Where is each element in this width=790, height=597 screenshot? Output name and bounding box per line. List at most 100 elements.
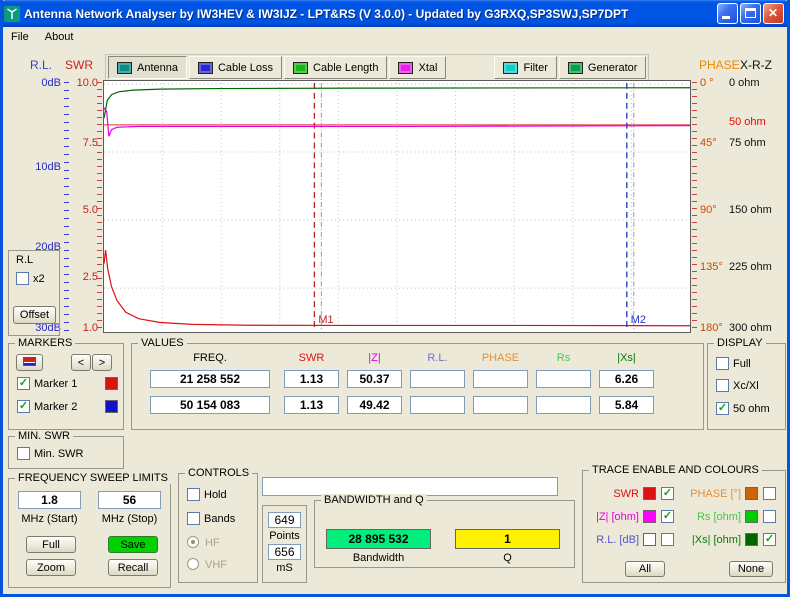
phase-axis-header: PHASE bbox=[699, 58, 740, 72]
vhf-radio[interactable] bbox=[187, 558, 199, 570]
x2-label: x2 bbox=[33, 273, 45, 285]
phase-tick-label: 180° bbox=[700, 322, 723, 334]
col-header-freq: FREQ. bbox=[193, 352, 227, 364]
trace-xs-checkbox[interactable] bbox=[763, 533, 776, 546]
phase-tick-label: 45° bbox=[700, 137, 717, 149]
marker1-checkbox[interactable] bbox=[17, 377, 30, 390]
marker1-z-value: 50.37 bbox=[347, 370, 402, 388]
trace-panel: TRACE ENABLE AND COLOURS SWR PHASE [°] |… bbox=[582, 464, 786, 583]
marker2-rl-value bbox=[410, 396, 465, 414]
xtal-mode-button[interactable]: Xtal bbox=[389, 56, 447, 79]
xrz-axis-header: X-R-Z bbox=[740, 58, 772, 72]
ohm-tick-label: 150 ohm bbox=[729, 204, 772, 216]
menu-file[interactable]: File bbox=[3, 29, 37, 45]
trace-phase-label: PHASE [°] bbox=[690, 488, 741, 500]
stop-frequency-input[interactable] bbox=[98, 491, 161, 509]
start-frequency-label: MHz (Start) bbox=[21, 513, 78, 525]
min-swr-label: Min. SWR bbox=[34, 448, 84, 460]
display-xcxl-checkbox[interactable] bbox=[716, 379, 729, 392]
ohm-50-tick-label: 50 ohm bbox=[729, 116, 766, 128]
marker1-swr-value: 1.13 bbox=[284, 370, 339, 388]
display-full-label: Full bbox=[733, 358, 751, 370]
antenna-mode-label: Antenna bbox=[137, 61, 178, 74]
antenna-icon bbox=[117, 61, 132, 74]
generator-icon bbox=[567, 61, 583, 74]
x2-checkbox[interactable] bbox=[16, 272, 29, 285]
antenna-mode-button[interactable]: Antenna bbox=[108, 56, 187, 79]
min-swr-checkbox[interactable] bbox=[17, 447, 30, 460]
trace-rl-label: R.L. [dB] bbox=[596, 534, 639, 546]
trace-phase-checkbox[interactable] bbox=[763, 487, 776, 500]
rl-db-tick-marks bbox=[64, 82, 69, 331]
trace-swr-color-swatch[interactable] bbox=[643, 487, 656, 500]
trace-all-button[interactable]: All bbox=[625, 561, 665, 577]
filter-mode-label: Filter bbox=[523, 61, 548, 74]
marker2-freq-value: 50 154 083 bbox=[150, 396, 270, 414]
marker1-freq-value: 21 258 552 bbox=[150, 370, 270, 388]
col-header-xs: |Xs| bbox=[617, 352, 636, 364]
trace-none-button[interactable]: None bbox=[729, 561, 773, 577]
swr-tick-label: 5.0 bbox=[82, 204, 98, 216]
bands-checkbox[interactable] bbox=[187, 512, 200, 525]
trace-swr-checkbox[interactable] bbox=[661, 487, 674, 500]
bandwidth-panel-title: BANDWIDTH and Q bbox=[321, 494, 427, 506]
ohm-tick-label: 75 ohm bbox=[729, 137, 766, 149]
ohm-tick-label: 300 ohm bbox=[729, 322, 772, 334]
cable-length-mode-button[interactable]: Cable Length bbox=[284, 56, 388, 79]
save-button[interactable]: Save bbox=[108, 536, 158, 553]
trace-rl-checkbox[interactable] bbox=[661, 533, 674, 546]
menu-about[interactable]: About bbox=[37, 29, 82, 45]
display-50ohm-checkbox[interactable] bbox=[716, 402, 729, 415]
trace-xs-color-swatch[interactable] bbox=[745, 533, 758, 546]
display-full-checkbox[interactable] bbox=[716, 357, 729, 370]
titlebar: Antenna Network Analyser by IW3HEV & IW3… bbox=[3, 0, 787, 27]
trace-rl-color-swatch[interactable] bbox=[643, 533, 656, 546]
ohm-tick-label: 225 ohm bbox=[729, 261, 772, 273]
hold-checkbox[interactable] bbox=[187, 488, 200, 501]
chart-plot-area[interactable]: M1 M2 bbox=[103, 80, 691, 333]
frequency-sweep-panel: FREQUENCY SWEEP LIMITS MHz (Start) MHz (… bbox=[8, 472, 171, 588]
marker-next-button[interactable]: > bbox=[92, 354, 112, 371]
maximize-button[interactable] bbox=[740, 3, 761, 24]
cable-loss-icon bbox=[197, 61, 213, 74]
controls-panel-title: CONTROLS bbox=[185, 467, 253, 479]
col-header-rl: R.L. bbox=[427, 352, 448, 364]
phase-tick-label: 135° bbox=[700, 261, 723, 273]
minimize-icon bbox=[722, 16, 730, 19]
trace-swr-label: SWR bbox=[613, 488, 639, 500]
hf-radio[interactable] bbox=[187, 536, 199, 548]
ohm-tick-label: 0 ohm bbox=[729, 77, 760, 89]
close-button[interactable] bbox=[763, 3, 784, 24]
display-panel: DISPLAY Full Xc/Xl 50 ohm bbox=[707, 337, 786, 430]
zoom-button[interactable]: Zoom bbox=[26, 559, 76, 576]
min-swr-panel: MIN. SWR Min. SWR bbox=[8, 430, 124, 469]
hf-label: HF bbox=[205, 537, 220, 549]
trace-rs-color-swatch[interactable] bbox=[745, 510, 758, 523]
offset-button[interactable]: Offset bbox=[13, 306, 56, 324]
marker-menu-icon bbox=[23, 356, 36, 366]
minimize-button[interactable] bbox=[717, 3, 738, 24]
trace-z-checkbox[interactable] bbox=[661, 510, 674, 523]
marker-prev-button[interactable]: < bbox=[71, 354, 91, 371]
full-sweep-button[interactable]: Full bbox=[26, 536, 76, 553]
marker2-checkbox[interactable] bbox=[17, 400, 30, 413]
marker-menu-button[interactable] bbox=[16, 354, 43, 371]
swr-tick-label: 1.0 bbox=[82, 322, 98, 334]
recall-button[interactable]: Recall bbox=[108, 559, 158, 576]
generator-mode-label: Generator bbox=[587, 61, 638, 74]
bandwidth-value: 28 895 532 bbox=[326, 529, 431, 549]
app-icon bbox=[4, 5, 20, 22]
marker2-phase-value bbox=[473, 396, 528, 414]
generator-mode-button[interactable]: Generator bbox=[558, 56, 647, 79]
display-xcxl-label: Xc/Xl bbox=[733, 380, 759, 392]
phase-tick-label: 90° bbox=[700, 204, 717, 216]
cable-loss-mode-button[interactable]: Cable Loss bbox=[188, 56, 283, 79]
hold-label: Hold bbox=[204, 489, 227, 501]
trace-phase-color-swatch[interactable] bbox=[745, 487, 758, 500]
rl-db-tick-label: 0dB bbox=[41, 77, 61, 89]
start-frequency-input[interactable] bbox=[18, 491, 81, 509]
trace-z-color-swatch[interactable] bbox=[643, 510, 656, 523]
display-50ohm-label: 50 ohm bbox=[733, 403, 770, 415]
filter-mode-button[interactable]: Filter bbox=[494, 56, 557, 79]
trace-rs-checkbox[interactable] bbox=[763, 510, 776, 523]
